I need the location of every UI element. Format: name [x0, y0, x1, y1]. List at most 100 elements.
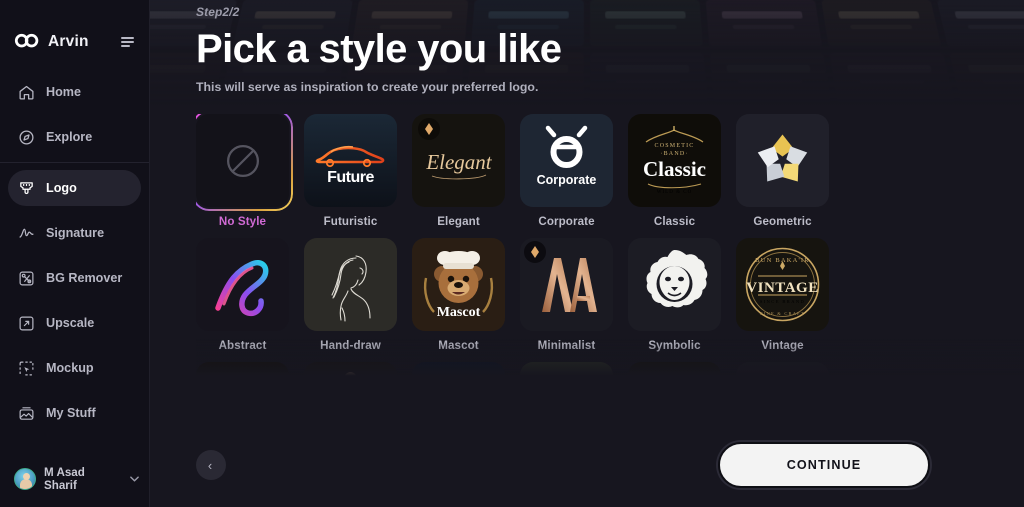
avatar	[14, 468, 36, 490]
style-card-row3-3[interactable]	[412, 362, 505, 380]
style-thumb: COSMETIC ·BAND· Classic WILD & CO	[628, 114, 721, 208]
row3-artwork-6	[736, 362, 829, 380]
hamburger-icon[interactable]	[121, 36, 135, 48]
style-thumb	[412, 362, 505, 380]
sidebar-item-logo[interactable]: Logo	[8, 170, 141, 206]
mascot-artwork: Mascot	[412, 238, 505, 332]
svg-text:Mascot: Mascot	[437, 305, 481, 320]
style-card-label: Geometric	[753, 215, 812, 229]
style-card-abstract[interactable]: Abstract	[196, 238, 289, 352]
content-column: Step2/2 Pick a style you like This will …	[150, 0, 1024, 507]
style-thumb	[196, 114, 289, 208]
home-icon	[18, 84, 35, 101]
sidebar-item-explore[interactable]: Explore	[8, 119, 141, 155]
sidebar-divider	[0, 162, 149, 163]
style-card-symbolic[interactable]: Symbolic	[628, 238, 721, 352]
style-card-label: Minimalist	[537, 339, 596, 353]
wizard-footer: ‹ CONTINUE	[196, 437, 930, 493]
sidebar-item-bg-remover[interactable]: BG Remover	[8, 260, 141, 296]
sidebar-nav: Home Explore Logo Signature BG Remover U…	[0, 74, 149, 431]
compass-icon	[18, 129, 35, 146]
hand-draw-artwork	[304, 238, 397, 332]
corporate-artwork: Corporate	[520, 114, 613, 208]
style-thumb-wrap: BUN BAKA'IR VINTAGE SINCE BRAND FINE & C…	[736, 238, 829, 332]
style-thumb	[736, 362, 829, 380]
brand-row: Arvin	[0, 0, 149, 60]
classic-artwork: COSMETIC ·BAND· Classic WILD & CO	[628, 114, 721, 208]
style-card-row3-1[interactable]	[196, 362, 289, 380]
chevron-down-icon	[130, 474, 139, 484]
continue-button[interactable]: CONTINUE	[718, 442, 930, 488]
style-grid: No Style Future Futuristic Elegant Elega…	[196, 114, 859, 380]
row3-artwork-2	[304, 362, 397, 380]
style-card-row3-6[interactable]	[736, 362, 829, 380]
futuristic-artwork: Future	[304, 114, 397, 208]
style-card-label: No Style	[218, 215, 267, 229]
sidebar-item-label: Explore	[46, 130, 93, 144]
style-card-classic[interactable]: COSMETIC ·BAND· Classic WILD & CO Classi…	[628, 114, 721, 228]
sidebar-item-label: BG Remover	[46, 271, 123, 285]
elegant-artwork: Elegant	[412, 114, 505, 208]
style-card-geometric[interactable]: Geometric	[736, 114, 829, 228]
style-grid-scroll[interactable]: No Style Future Futuristic Elegant Elega…	[196, 114, 1024, 380]
back-button[interactable]: ‹	[196, 450, 226, 480]
sidebar-item-label: Upscale	[46, 316, 95, 330]
style-thumb-wrap	[736, 114, 829, 208]
user-menu[interactable]: M Asad Sharif	[0, 451, 149, 507]
style-card-label: Symbolic	[648, 339, 701, 353]
style-thumb	[304, 362, 397, 380]
expand-icon	[18, 315, 35, 332]
no-style-icon	[226, 144, 259, 177]
sidebar-item-label: Signature	[46, 226, 105, 240]
style-card-elegant[interactable]: Elegant Elegant	[412, 114, 505, 228]
style-thumb-wrap	[628, 238, 721, 332]
mockup-icon	[18, 360, 35, 377]
style-thumb	[628, 362, 721, 380]
style-card-futuristic[interactable]: Future Futuristic	[304, 114, 397, 228]
abstract-artwork	[196, 238, 289, 332]
svg-text:Classic: Classic	[643, 157, 706, 181]
sidebar-item-label: Logo	[46, 181, 77, 195]
style-card-minimalist[interactable]: Minimalist	[520, 238, 613, 352]
sidebar-item-mockup[interactable]: Mockup	[8, 350, 141, 386]
style-thumb	[196, 238, 289, 332]
style-thumb: Future	[304, 114, 397, 208]
sidebar-item-my-stuff[interactable]: My Stuff	[8, 395, 141, 431]
style-card-mascot[interactable]: Mascot Mascot	[412, 238, 505, 352]
sidebar-item-signature[interactable]: Signature	[8, 215, 141, 251]
sidebar-item-label: My Stuff	[46, 406, 96, 420]
style-card-corporate[interactable]: Corporate Corporate	[520, 114, 613, 228]
style-thumb	[520, 362, 613, 380]
style-card-label: Corporate	[538, 215, 595, 229]
sidebar-item-upscale[interactable]: Upscale	[8, 305, 141, 341]
style-thumb	[520, 238, 613, 332]
style-thumb-wrap	[304, 238, 397, 332]
page-subtitle: This will serve as inspiration to create…	[196, 80, 539, 95]
style-thumb: Corporate	[520, 114, 613, 208]
style-card-row3-4[interactable]	[520, 362, 613, 380]
style-thumb-wrap	[196, 362, 289, 380]
style-thumb-wrap	[520, 238, 613, 332]
style-thumb: Elegant	[412, 114, 505, 208]
sidebar-item-home[interactable]: Home	[8, 74, 141, 110]
row3-artwork-4	[520, 362, 613, 380]
arvin-logo-icon	[14, 33, 40, 51]
style-card-label: Hand-draw	[320, 339, 381, 353]
style-card-no-style[interactable]: No Style	[196, 114, 293, 229]
row3-artwork-1	[196, 362, 289, 380]
page-title: Pick a style you like	[196, 27, 562, 71]
style-card-row3-2[interactable]	[304, 362, 397, 380]
style-card-vintage[interactable]: BUN BAKA'IR VINTAGE SINCE BRAND FINE & C…	[736, 238, 829, 352]
style-card-hand-draw[interactable]: Hand-draw	[304, 238, 397, 352]
style-card-label: Abstract	[218, 339, 267, 353]
style-thumb: BUN BAKA'IR VINTAGE SINCE BRAND FINE & C…	[736, 238, 829, 332]
style-thumb-wrap	[412, 362, 505, 380]
style-card-row3-5[interactable]	[628, 362, 721, 380]
style-thumb	[628, 238, 721, 332]
